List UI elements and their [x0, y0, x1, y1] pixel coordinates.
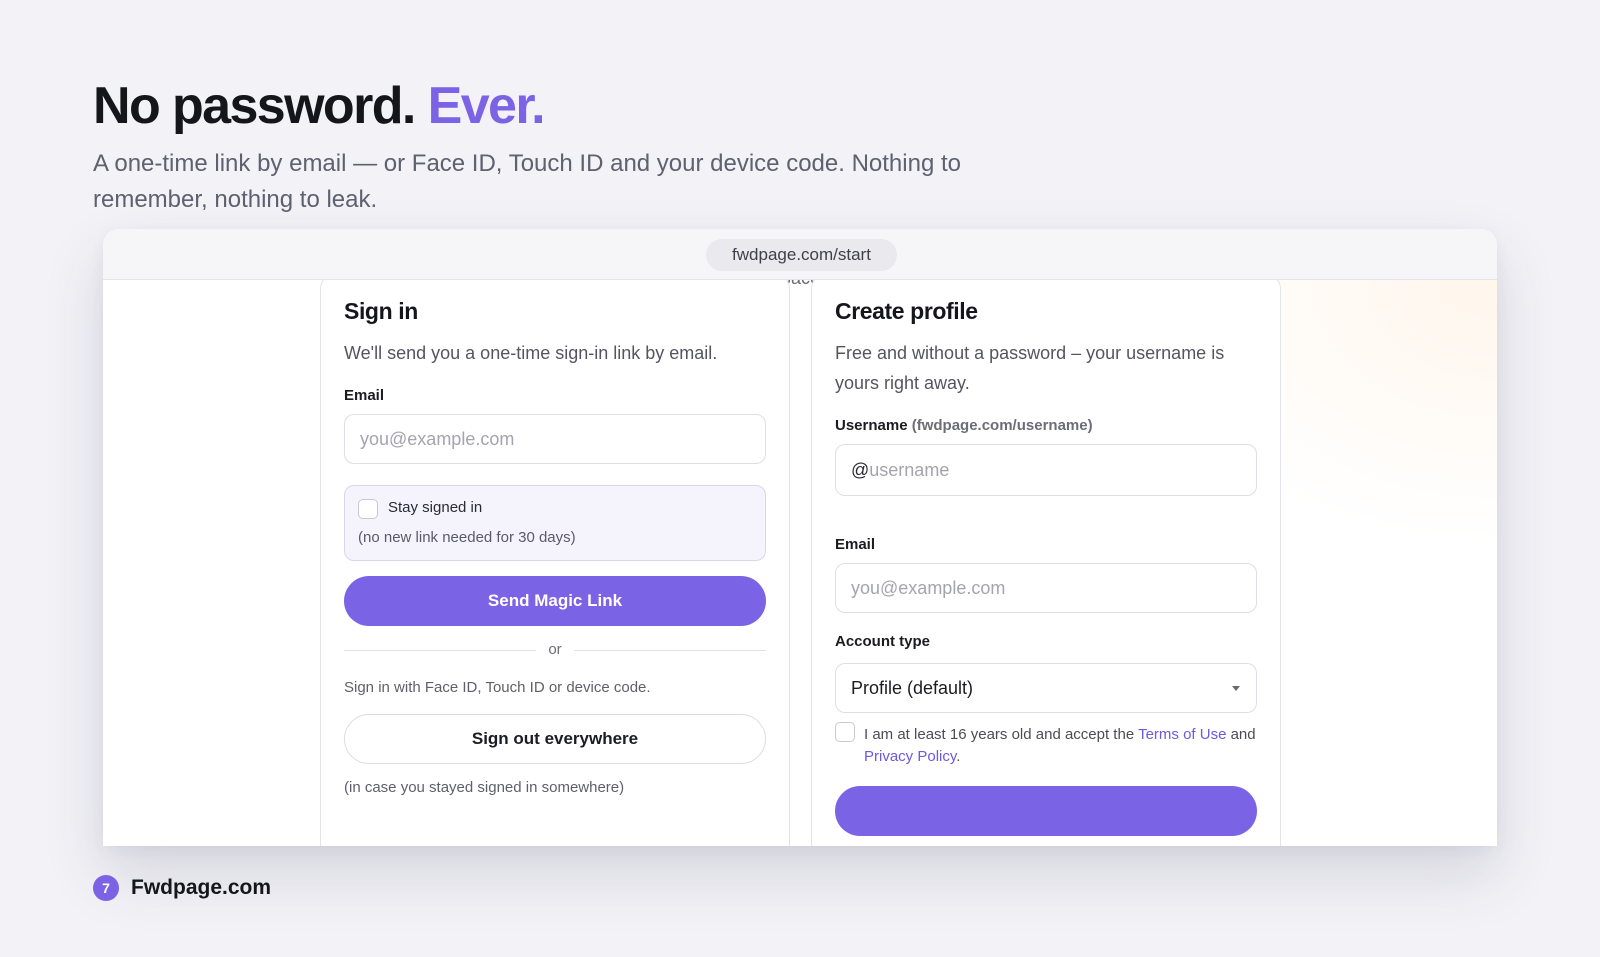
content-clip: Sign in We'll send you a one-time sign-i… [103, 280, 1497, 846]
sign-out-everywhere-button[interactable]: Sign out everywhere [344, 714, 766, 764]
terms-suffix: . [956, 748, 961, 765]
username-input[interactable]: @username [835, 444, 1257, 496]
username-label-text: Username [835, 417, 908, 434]
create-email-label: Email [835, 536, 876, 553]
username-label: Username (fwdpage.com/username) [835, 417, 1093, 434]
privacy-policy-link[interactable]: Privacy Policy [864, 748, 956, 765]
at-prefix: @ [851, 460, 870, 480]
stay-signed-in-box[interactable]: Stay signed in (no new link needed for 3… [344, 485, 766, 561]
create-email-placeholder: you@example.com [851, 578, 1006, 598]
create-profile-button[interactable] [835, 786, 1257, 836]
terms-checkbox[interactable] [835, 722, 855, 742]
title-main: No password. [93, 77, 416, 135]
create-profile-title: Create profile [835, 298, 978, 324]
terms-mid: and [1226, 726, 1256, 743]
account-type-value: Profile (default) [851, 678, 974, 698]
device-sign-in-text: Sign in with Face ID, Touch ID or device… [344, 679, 651, 696]
sign-in-card: Sign in We'll send you a one-time sign-i… [320, 280, 790, 846]
sign-in-email-input[interactable]: you@example.com [344, 414, 766, 464]
account-type-label: Account type [835, 633, 931, 650]
username-hint: (fwdpage.com/username) [911, 417, 1093, 434]
page-subtitle: A one-time link by email — or Face ID, T… [93, 150, 961, 213]
stay-signed-in-checkbox[interactable] [358, 499, 378, 519]
terms-prefix: I am at least 16 years old and accept th… [864, 726, 1139, 743]
sign-out-note: (in case you stayed signed in somewhere) [344, 779, 625, 796]
username-placeholder: username [869, 460, 950, 480]
stay-signed-in-label: Stay signed in [388, 499, 483, 516]
terms-of-use-link[interactable]: Terms of Use [1138, 726, 1226, 743]
brand-logo-icon: 7 [93, 875, 119, 901]
send-magic-link-button[interactable]: Send Magic Link [344, 576, 766, 626]
or-divider: or [344, 640, 766, 660]
title-accent: Ever. [427, 77, 546, 135]
email-placeholder: you@example.com [360, 429, 515, 449]
create-profile-card: Create profile Free and without a passwo… [811, 280, 1281, 846]
page-title: No password. Ever. [93, 74, 546, 138]
browser-toolbar: fwdpage.com/start [103, 229, 1497, 280]
email-label: Email [344, 387, 385, 404]
sign-in-description: We'll send you a one-time sign-in link b… [344, 343, 718, 363]
account-type-select[interactable]: Profile (default) [835, 663, 1257, 713]
create-profile-description: Free and without a password – your usern… [835, 343, 1225, 393]
terms-text: I am at least 16 years old and accept th… [864, 724, 1259, 768]
brand-name: Fwdpage.com [131, 876, 272, 899]
stay-signed-in-note: (no new link needed for 30 days) [358, 529, 576, 546]
address-bar[interactable]: fwdpage.com/start [706, 239, 897, 271]
sign-in-title: Sign in [344, 298, 418, 324]
or-label: or [548, 641, 562, 658]
chevron-down-icon [1232, 686, 1240, 691]
create-email-input[interactable]: you@example.com [835, 563, 1257, 613]
